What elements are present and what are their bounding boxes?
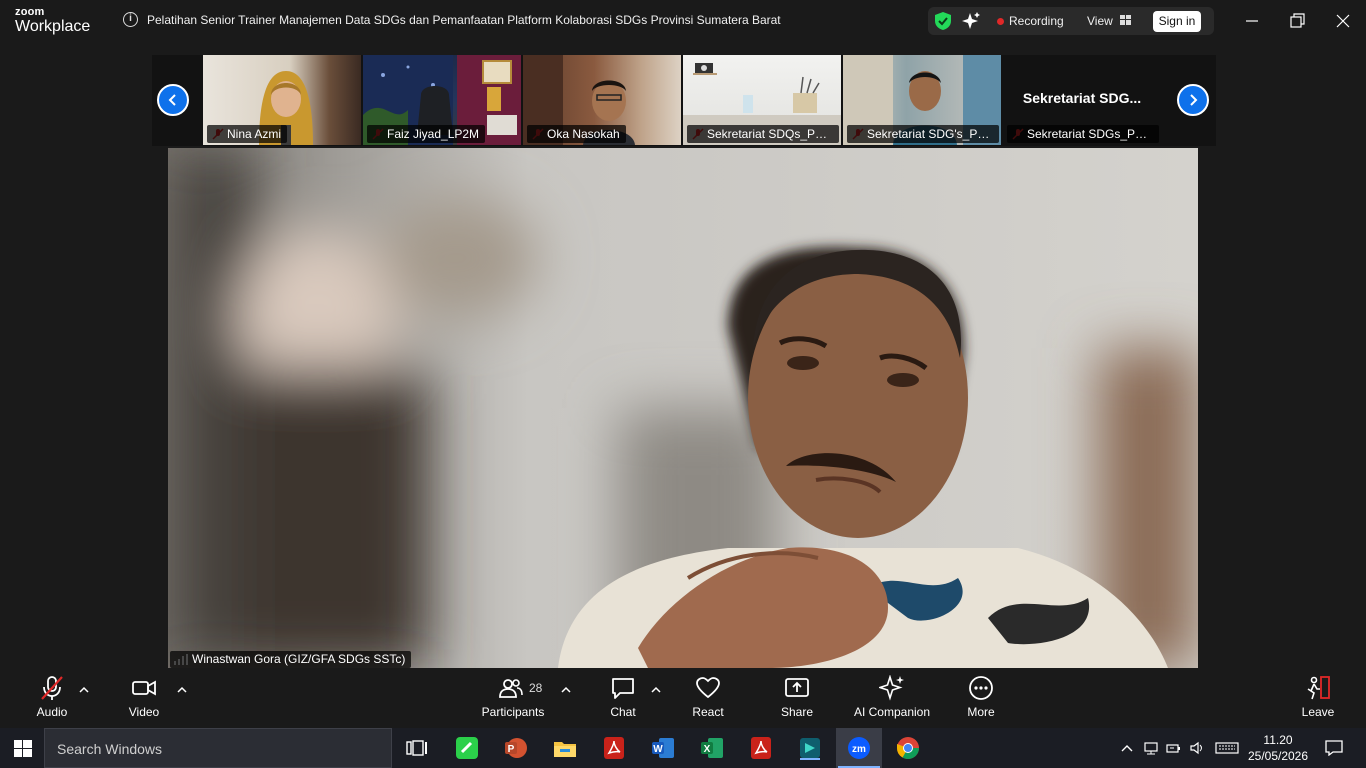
- zoom-app-icon[interactable]: zm: [847, 736, 871, 760]
- chat-bubble-icon: [612, 678, 634, 699]
- share-screen-icon: [785, 678, 809, 697]
- more-label: More: [967, 705, 995, 719]
- people-icon: [499, 679, 523, 698]
- audio-label: Audio: [36, 705, 68, 719]
- participant-name: Oka Nasokah: [527, 125, 626, 143]
- sheets-app-icon[interactable]: [798, 736, 822, 760]
- muted-mic-icon: [41, 676, 63, 700]
- task-view-icon[interactable]: [404, 736, 428, 760]
- close-icon[interactable]: [1333, 11, 1353, 31]
- speaker-video-frame: [168, 148, 1198, 668]
- participant-tile[interactable]: Sekretariat SDQs_Pes...: [683, 55, 841, 145]
- restore-icon[interactable]: [1287, 11, 1307, 31]
- word-icon[interactable]: W: [651, 736, 675, 760]
- meeting-toolbar: Audio Video Participants Chat React Shar…: [0, 669, 1366, 728]
- shield-check-icon[interactable]: [935, 12, 951, 30]
- zoom-logo: zoom Workplace: [15, 7, 90, 35]
- more-button[interactable]: More: [958, 675, 1004, 725]
- recording-dot-icon: [997, 18, 1004, 25]
- file-explorer-icon[interactable]: [553, 736, 577, 760]
- participant-tile[interactable]: Nina Azmi: [203, 55, 361, 145]
- participants-label: Participants: [481, 705, 545, 719]
- network-icon[interactable]: [1143, 741, 1159, 755]
- ai-companion-button[interactable]: AI Companion: [850, 675, 934, 725]
- participant-tile[interactable]: Sekretariat SDG... Sekretariat SDGs_Pes.…: [1003, 55, 1161, 145]
- recording-label[interactable]: Recording: [1009, 14, 1064, 28]
- video-label: Video: [128, 705, 160, 719]
- logo-top: zoom: [15, 6, 45, 18]
- keyboard-icon[interactable]: [1215, 741, 1239, 755]
- participant-name: Sekretariat SDQs_Pes...: [687, 125, 839, 143]
- participant-name: Nina Azmi: [207, 125, 288, 143]
- leave-label: Leave: [1301, 705, 1335, 719]
- more-dots-icon: [969, 676, 993, 700]
- clock-date: 25/05/2026: [1247, 749, 1309, 763]
- react-label: React: [692, 705, 724, 719]
- participant-name: Sekretariat SDGs_Pes...: [1007, 125, 1159, 143]
- battery-plug-icon[interactable]: [1166, 741, 1182, 755]
- strip-prev-button[interactable]: [157, 84, 189, 116]
- chevron-up-icon[interactable]: [177, 686, 187, 694]
- participant-name: Sekretariat SDG's_Pes...: [847, 125, 999, 143]
- participant-strip: Nina Azmi Faiz Jiyad_LP2M Oka Nasokah Se…: [152, 55, 1216, 146]
- powerpoint-icon[interactable]: P: [504, 736, 528, 760]
- info-icon[interactable]: i: [123, 12, 138, 27]
- chevron-right-icon: [1190, 94, 1198, 106]
- chevron-up-icon[interactable]: [1119, 741, 1135, 755]
- meeting-title: Pelatihan Senior Trainer Manajemen Data …: [147, 13, 781, 27]
- main-speaker-video: [168, 148, 1198, 668]
- participant-display-name: Sekretariat SDG...: [1022, 90, 1142, 106]
- chat-button[interactable]: Chat: [600, 675, 646, 725]
- share-label: Share: [780, 705, 814, 719]
- svg-text:P: P: [508, 744, 515, 755]
- video-camera-icon: [132, 680, 156, 696]
- meeting-controls-pill: Recording View Sign in: [928, 7, 1214, 35]
- taskbar-search[interactable]: Search Windows: [44, 728, 392, 768]
- view-button[interactable]: View: [1087, 14, 1113, 28]
- ai-sparkle-icon[interactable]: [962, 12, 980, 30]
- whatsapp-icon[interactable]: [455, 736, 479, 760]
- grid-icon[interactable]: [1120, 15, 1131, 25]
- strip-next-button[interactable]: [1177, 84, 1209, 116]
- acrobat-icon[interactable]: [749, 736, 773, 760]
- chat-label: Chat: [610, 705, 636, 719]
- chrome-icon[interactable]: [896, 736, 920, 760]
- share-button[interactable]: Share: [774, 675, 820, 725]
- audio-button[interactable]: Audio: [30, 675, 74, 725]
- notification-icon[interactable]: [1325, 740, 1343, 756]
- svg-text:zm: zm: [852, 744, 866, 755]
- react-button[interactable]: React: [685, 675, 731, 725]
- acrobat-icon[interactable]: [602, 736, 626, 760]
- chevron-up-icon[interactable]: [561, 686, 571, 694]
- ai-companion-icon: [879, 675, 904, 701]
- speaker-volume-icon[interactable]: [1189, 741, 1205, 755]
- leave-button[interactable]: Leave: [1296, 675, 1340, 725]
- title-bar: zoom Workplace i Pelatihan Senior Traine…: [0, 0, 1366, 42]
- heart-icon: [696, 677, 720, 699]
- leave-door-icon: [1307, 676, 1330, 700]
- participant-tile[interactable]: Faiz Jiyad_LP2M: [363, 55, 521, 145]
- logo-bottom: Workplace: [15, 18, 91, 35]
- chevron-up-icon[interactable]: [79, 686, 89, 694]
- sign-in-button[interactable]: Sign in: [1153, 11, 1201, 32]
- ai-companion-label: AI Companion: [853, 705, 931, 719]
- windows-taskbar: Search Windows P W X zm 11.20 25/05/2026: [0, 728, 1366, 768]
- search-placeholder: Search Windows: [57, 741, 163, 757]
- participants-count: 28: [529, 681, 543, 695]
- participant-tile[interactable]: Oka Nasokah: [523, 55, 681, 145]
- windows-start-icon[interactable]: [14, 740, 32, 757]
- excel-icon[interactable]: X: [700, 736, 724, 760]
- video-button[interactable]: Video: [122, 675, 166, 725]
- speaker-name-label: Winastwan Gora (GIZ/GFA SDGs SSTc): [170, 651, 412, 668]
- svg-text:W: W: [653, 744, 663, 755]
- chevron-left-icon: [168, 94, 176, 106]
- clock[interactable]: 11.20 25/05/2026: [1244, 732, 1312, 764]
- participant-tile[interactable]: Sekretariat SDG's_Pes...: [843, 55, 1001, 145]
- minimize-icon[interactable]: [1242, 11, 1262, 31]
- chevron-up-icon[interactable]: [651, 686, 661, 694]
- participant-name: Faiz Jiyad_LP2M: [367, 125, 486, 143]
- zoom-app: zoom Workplace i Pelatihan Senior Traine…: [0, 0, 1366, 768]
- svg-text:X: X: [704, 744, 711, 755]
- clock-time: 11.20: [1263, 733, 1293, 747]
